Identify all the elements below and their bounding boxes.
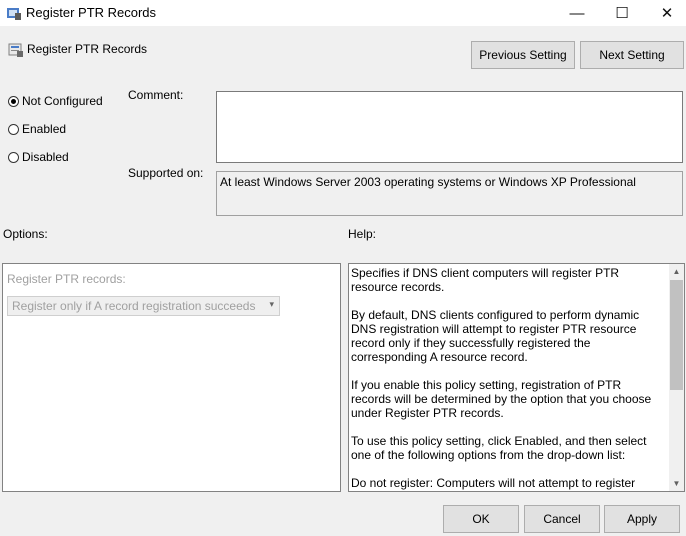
comment-field[interactable] (216, 91, 683, 163)
scroll-up-icon[interactable]: ▲ (669, 264, 684, 279)
help-text: Specifies if DNS client computers will r… (351, 266, 661, 491)
radio-label: Enabled (22, 122, 67, 136)
help-label: Help: (348, 227, 377, 241)
help-paragraph: If you enable this policy setting, regis… (351, 378, 652, 420)
scrollbar-thumb[interactable] (670, 280, 683, 390)
radio-disabled[interactable]: Disabled (8, 150, 69, 164)
chevron-down-icon: ▾ (269, 299, 274, 309)
help-paragraph: To use this policy setting, click Enable… (351, 434, 647, 462)
comment-label: Comment: (128, 88, 184, 102)
radio-indicator[interactable] (8, 95, 19, 107)
radio-indicator[interactable] (8, 123, 19, 135)
maximize-button[interactable]: ☐ (599, 0, 645, 26)
setting-icon (8, 43, 23, 57)
radio-enabled[interactable]: Enabled (8, 122, 66, 136)
help-panel: Specifies if DNS client computers will r… (348, 263, 685, 492)
cancel-button[interactable]: Cancel (524, 505, 600, 533)
radio-label: Not Configured (22, 94, 103, 108)
close-button[interactable]: ✕ (644, 0, 686, 26)
scroll-down-icon[interactable]: ▼ (669, 476, 684, 491)
supported-on-value: At least Windows Server 2003 operating s… (216, 171, 683, 216)
next-setting-button[interactable]: Next Setting (580, 41, 684, 69)
window-title: Register PTR Records (26, 5, 157, 20)
supported-on-label: Supported on: (128, 166, 204, 180)
page-title: Register PTR Records (27, 42, 148, 56)
dropdown-value: Register only if A record registration s… (12, 299, 256, 313)
register-ptr-dropdown[interactable]: Register only if A record registration s… (7, 296, 280, 316)
help-paragraph: Specifies if DNS client computers will r… (351, 266, 620, 294)
apply-button[interactable]: Apply (604, 505, 680, 533)
ok-button[interactable]: OK (443, 505, 519, 533)
radio-indicator[interactable] (8, 151, 19, 163)
policy-icon (7, 8, 21, 20)
register-ptr-label: Register PTR records: (7, 272, 126, 286)
title-bar: Register PTR Records — ☐ ✕ (0, 0, 686, 26)
radio-not-configured[interactable]: Not Configured (8, 94, 103, 108)
help-paragraph: By default, DNS clients configured to pe… (351, 308, 640, 364)
help-scrollbar[interactable]: ▲ ▼ (669, 264, 684, 491)
radio-label: Disabled (22, 150, 69, 164)
options-label: Options: (3, 227, 48, 241)
options-panel: Register PTR records: Register only if A… (2, 263, 341, 492)
minimize-button[interactable]: — (554, 0, 600, 26)
help-paragraph: Do not register: Computers will not atte… (351, 476, 636, 491)
previous-setting-button[interactable]: Previous Setting (471, 41, 575, 69)
